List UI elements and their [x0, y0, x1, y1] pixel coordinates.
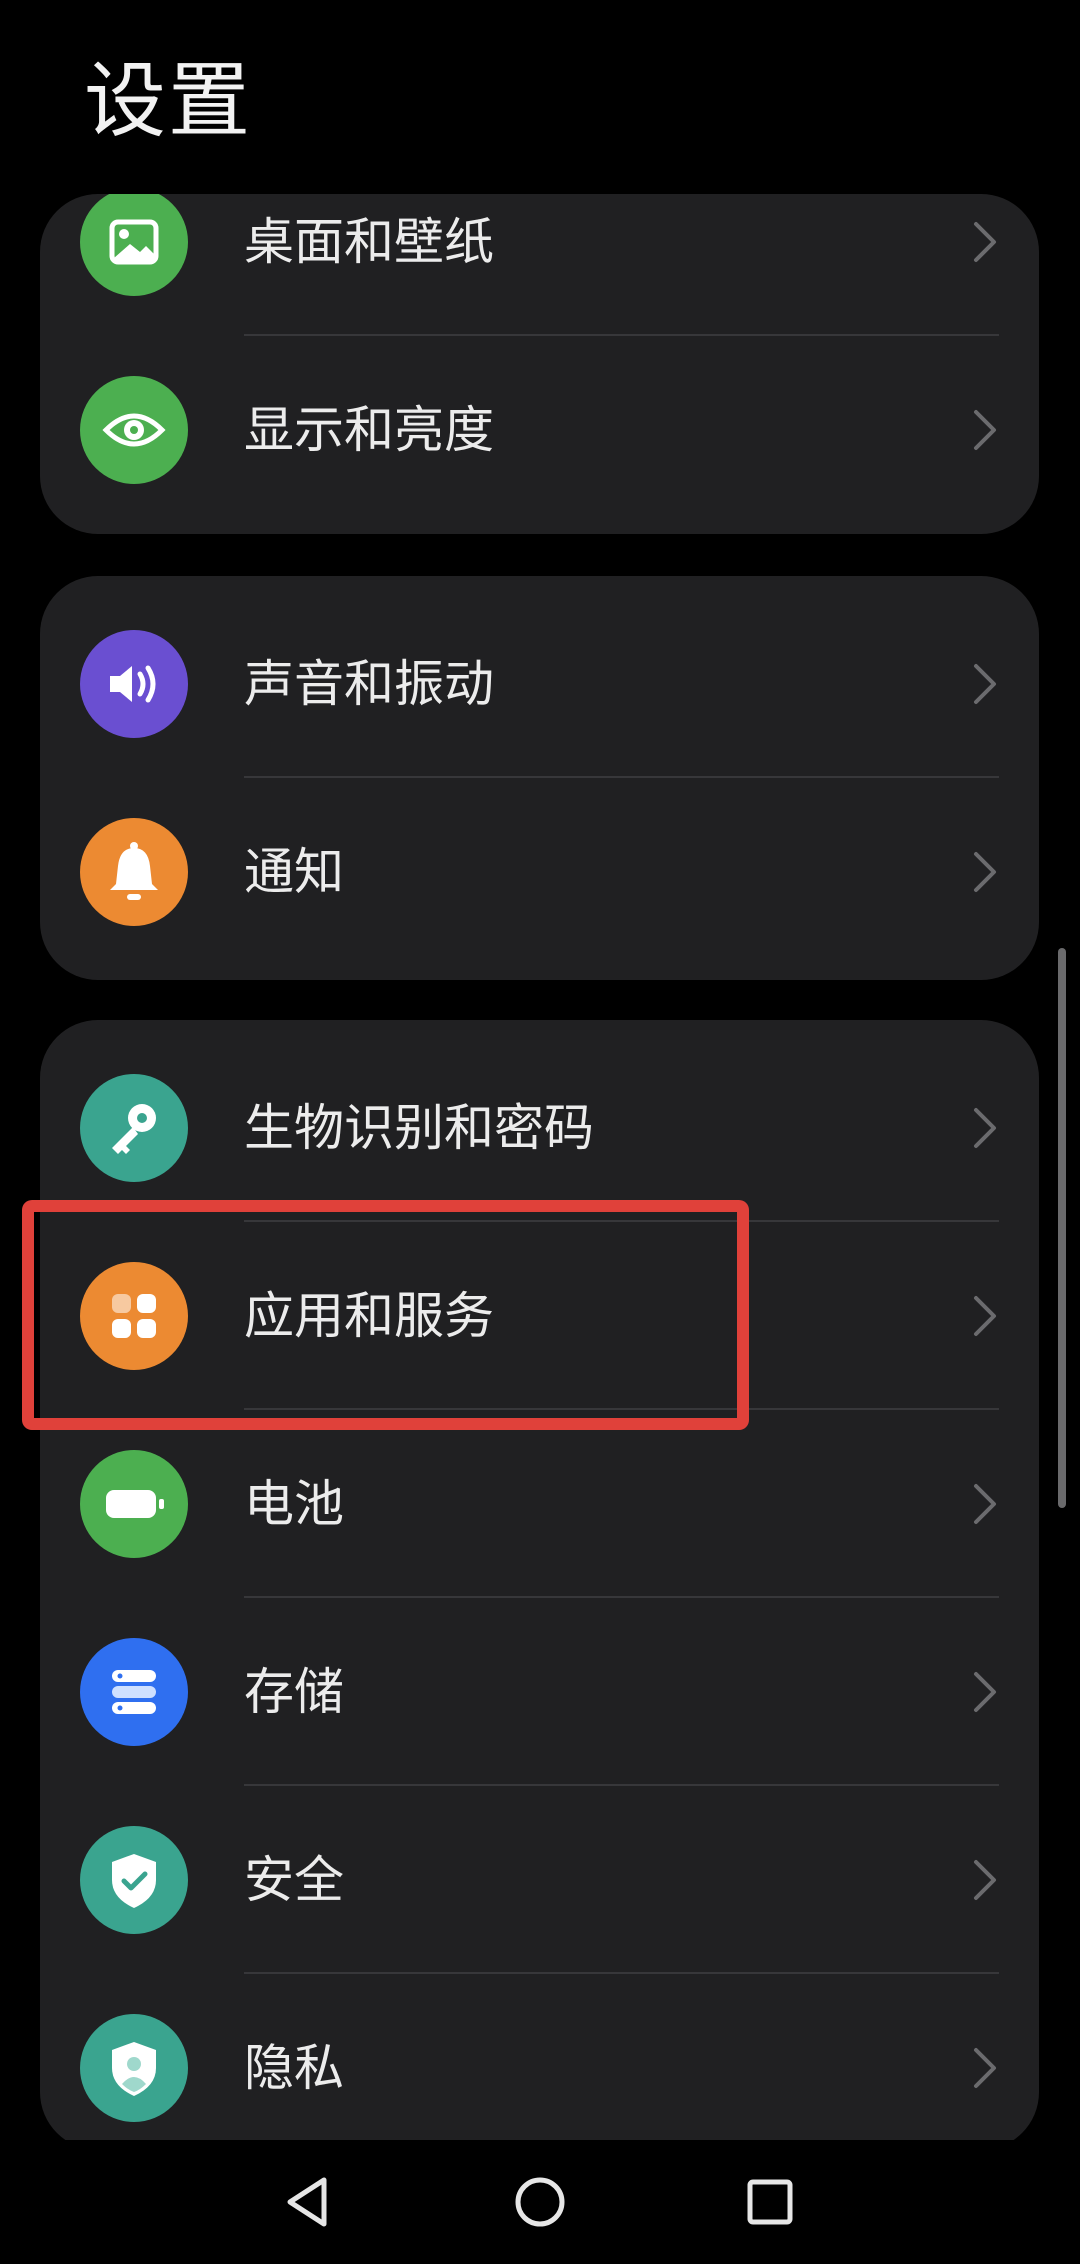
settings-item-display[interactable]: 显示和亮度	[40, 336, 1039, 524]
settings-item-security[interactable]: 安全	[40, 1786, 1039, 1974]
chevron-right-icon	[974, 1108, 996, 1148]
bell-icon	[80, 818, 188, 926]
settings-item-sound[interactable]: 声音和振动	[40, 590, 1039, 778]
chevron-right-icon	[974, 1860, 996, 1900]
settings-item-label: 声音和振动	[244, 655, 494, 713]
settings-item-label: 通知	[244, 843, 344, 901]
settings-group-system: 生物识别和密码 应用和服务 电池 存储 安全 隐私	[40, 1020, 1039, 2150]
scrollbar[interactable]	[1058, 948, 1066, 1508]
back-button[interactable]	[264, 2156, 356, 2248]
settings-group-display: 桌面和壁纸 显示和亮度	[40, 194, 1039, 534]
recents-button[interactable]	[724, 2156, 816, 2248]
navigation-bar	[0, 2140, 1080, 2264]
back-triangle-icon	[287, 2177, 327, 2227]
eye-icon	[80, 376, 188, 484]
home-button[interactable]	[494, 2156, 586, 2248]
chevron-right-icon	[974, 1484, 996, 1524]
chevron-right-icon	[974, 1672, 996, 1712]
settings-item-label: 隐私	[244, 2039, 344, 2097]
storage-icon	[80, 1638, 188, 1746]
settings-item-label: 安全	[244, 1851, 344, 1909]
key-icon	[80, 1074, 188, 1182]
privacy-shield-icon	[80, 2014, 188, 2122]
settings-item-wallpaper[interactable]: 桌面和壁纸	[40, 194, 1039, 336]
recents-square-icon	[747, 2179, 793, 2225]
settings-item-privacy[interactable]: 隐私	[40, 1974, 1039, 2150]
page-title: 设置	[84, 54, 253, 149]
chevron-right-icon	[974, 664, 996, 704]
settings-item-biometrics[interactable]: 生物识别和密码	[40, 1034, 1039, 1222]
settings-item-label: 显示和亮度	[244, 401, 494, 459]
home-circle-icon	[515, 2177, 565, 2227]
settings-item-battery[interactable]: 电池	[40, 1410, 1039, 1598]
settings-group-sound: 声音和振动 通知	[40, 576, 1039, 980]
settings-item-label: 电池	[244, 1475, 344, 1533]
chevron-right-icon	[974, 2048, 996, 2088]
speaker-icon	[80, 630, 188, 738]
battery-icon	[80, 1450, 188, 1558]
chevron-right-icon	[974, 1296, 996, 1336]
settings-item-label: 存储	[244, 1663, 344, 1721]
settings-item-label: 桌面和壁纸	[244, 213, 494, 271]
settings-item-storage[interactable]: 存储	[40, 1598, 1039, 1786]
wallpaper-icon	[80, 194, 188, 296]
chevron-right-icon	[974, 410, 996, 450]
settings-item-label: 生物识别和密码	[244, 1099, 594, 1157]
settings-item-notifications[interactable]: 通知	[40, 778, 1039, 966]
chevron-right-icon	[974, 852, 996, 892]
highlight-box	[22, 1200, 749, 1430]
chevron-right-icon	[974, 222, 996, 262]
shield-check-icon	[80, 1826, 188, 1934]
